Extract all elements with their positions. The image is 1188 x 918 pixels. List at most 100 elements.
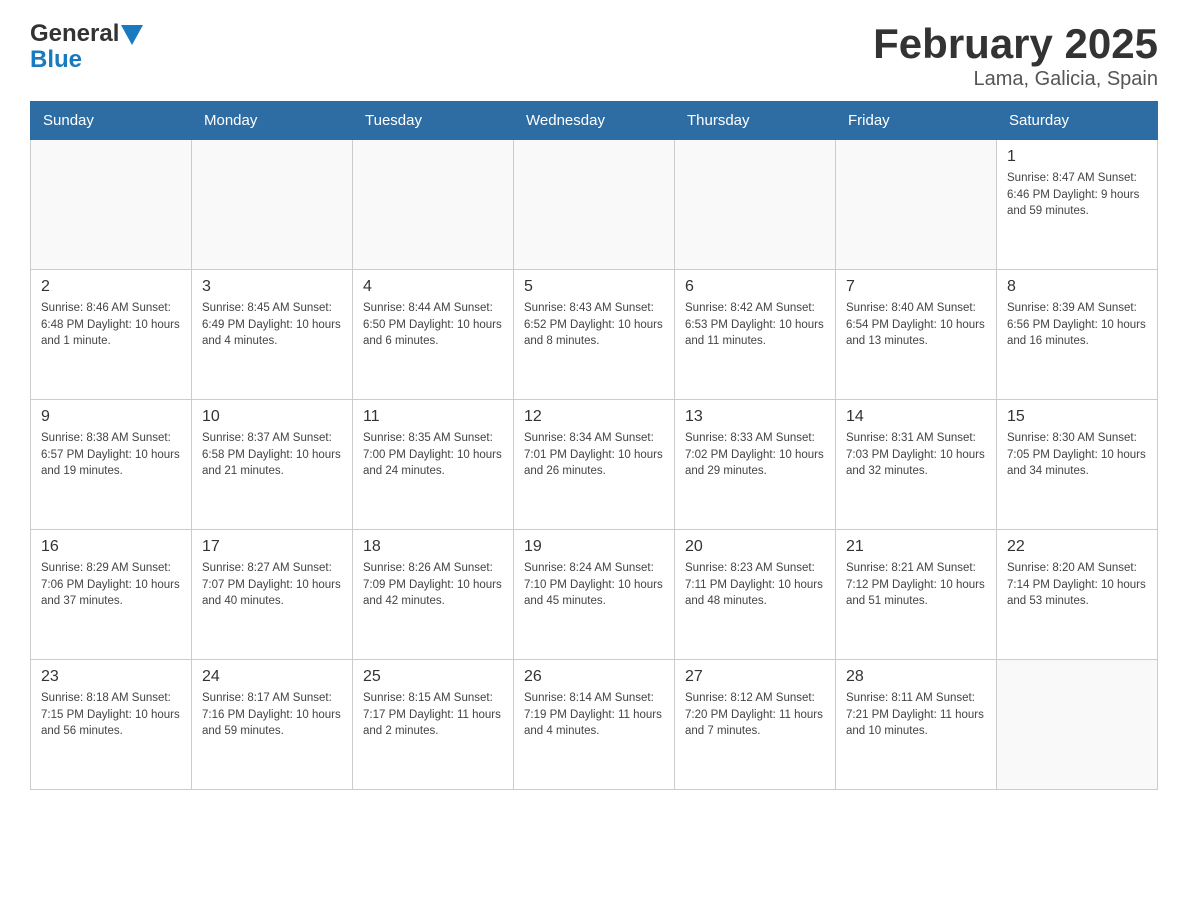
day-info: Sunrise: 8:24 AM Sunset: 7:10 PM Dayligh… [524,560,664,610]
calendar-cell: 25 Sunrise: 8:15 AM Sunset: 7:17 PM Dayli… [353,660,514,790]
calendar-cell [675,140,836,270]
day-number: 17 [202,538,342,556]
calendar-cell: 5 Sunrise: 8:43 AM Sunset: 6:52 PM Daylig… [514,270,675,400]
logo-blue-text: Blue [30,46,82,74]
day-number: 5 [524,278,664,296]
logo: General Blue [30,20,143,74]
day-info: Sunrise: 8:42 AM Sunset: 6:53 PM Dayligh… [685,300,825,350]
day-info: Sunrise: 8:46 AM Sunset: 6:48 PM Dayligh… [41,300,181,350]
day-info: Sunrise: 8:40 AM Sunset: 6:54 PM Dayligh… [846,300,986,350]
day-number: 1 [1007,148,1147,166]
calendar-subtitle: Lama, Galicia, Spain [873,68,1158,91]
day-number: 16 [41,538,181,556]
calendar-cell: 20 Sunrise: 8:23 AM Sunset: 7:11 PM Dayli… [675,530,836,660]
day-info: Sunrise: 8:38 AM Sunset: 6:57 PM Dayligh… [41,430,181,480]
day-info: Sunrise: 8:27 AM Sunset: 7:07 PM Dayligh… [202,560,342,610]
calendar-cell: 17 Sunrise: 8:27 AM Sunset: 7:07 PM Dayli… [192,530,353,660]
calendar-cell: 24 Sunrise: 8:17 AM Sunset: 7:16 PM Dayli… [192,660,353,790]
day-number: 4 [363,278,503,296]
calendar-title: February 2025 [873,20,1158,68]
header-day-saturday: Saturday [997,102,1158,140]
day-number: 7 [846,278,986,296]
day-number: 8 [1007,278,1147,296]
calendar-cell: 15 Sunrise: 8:30 AM Sunset: 7:05 PM Dayli… [997,400,1158,530]
day-info: Sunrise: 8:43 AM Sunset: 6:52 PM Dayligh… [524,300,664,350]
calendar-cell [353,140,514,270]
calendar-cell: 6 Sunrise: 8:42 AM Sunset: 6:53 PM Daylig… [675,270,836,400]
day-info: Sunrise: 8:39 AM Sunset: 6:56 PM Dayligh… [1007,300,1147,350]
day-info: Sunrise: 8:31 AM Sunset: 7:03 PM Dayligh… [846,430,986,480]
day-number: 13 [685,408,825,426]
calendar-cell [514,140,675,270]
day-number: 3 [202,278,342,296]
day-info: Sunrise: 8:44 AM Sunset: 6:50 PM Dayligh… [363,300,503,350]
calendar-cell: 10 Sunrise: 8:37 AM Sunset: 6:58 PM Dayli… [192,400,353,530]
day-number: 22 [1007,538,1147,556]
day-info: Sunrise: 8:30 AM Sunset: 7:05 PM Dayligh… [1007,430,1147,480]
day-number: 18 [363,538,503,556]
day-info: Sunrise: 8:20 AM Sunset: 7:14 PM Dayligh… [1007,560,1147,610]
day-number: 2 [41,278,181,296]
day-info: Sunrise: 8:11 AM Sunset: 7:21 PM Dayligh… [846,690,986,740]
day-info: Sunrise: 8:15 AM Sunset: 7:17 PM Dayligh… [363,690,503,740]
day-info: Sunrise: 8:14 AM Sunset: 7:19 PM Dayligh… [524,690,664,740]
day-number: 25 [363,668,503,686]
day-number: 27 [685,668,825,686]
day-number: 6 [685,278,825,296]
day-info: Sunrise: 8:33 AM Sunset: 7:02 PM Dayligh… [685,430,825,480]
day-info: Sunrise: 8:17 AM Sunset: 7:16 PM Dayligh… [202,690,342,740]
day-number: 28 [846,668,986,686]
page-header: General Blue February 2025 Lama, Galicia… [30,20,1158,91]
calendar-cell: 11 Sunrise: 8:35 AM Sunset: 7:00 PM Dayli… [353,400,514,530]
logo-general-text: General [30,20,119,48]
calendar-cell: 3Sunrise: 8:45 AM Sunset: 6:49 PM Daylig… [192,270,353,400]
day-number: 24 [202,668,342,686]
day-info: Sunrise: 8:18 AM Sunset: 7:15 PM Dayligh… [41,690,181,740]
day-info: Sunrise: 8:26 AM Sunset: 7:09 PM Dayligh… [363,560,503,610]
calendar-cell: 27Sunrise: 8:12 AM Sunset: 7:20 PM Dayli… [675,660,836,790]
calendar-cell: 28 Sunrise: 8:11 AM Sunset: 7:21 PM Dayli… [836,660,997,790]
day-info: Sunrise: 8:35 AM Sunset: 7:00 PM Dayligh… [363,430,503,480]
day-number: 10 [202,408,342,426]
calendar-cell: 1 Sunrise: 8:47 AM Sunset: 6:46 PM Daylig… [997,140,1158,270]
day-number: 20 [685,538,825,556]
day-number: 11 [363,408,503,426]
day-number: 12 [524,408,664,426]
day-number: 21 [846,538,986,556]
calendar-cell: 14 Sunrise: 8:31 AM Sunset: 7:03 PM Dayli… [836,400,997,530]
calendar-cell [31,140,192,270]
day-info: Sunrise: 8:29 AM Sunset: 7:06 PM Dayligh… [41,560,181,610]
header-day-thursday: Thursday [675,102,836,140]
header-day-monday: Monday [192,102,353,140]
logo-triangle-icon [121,25,143,45]
day-number: 26 [524,668,664,686]
calendar-cell: 18 Sunrise: 8:26 AM Sunset: 7:09 PM Dayli… [353,530,514,660]
calendar-cell: 9 Sunrise: 8:38 AM Sunset: 6:57 PM Daylig… [31,400,192,530]
header-row: SundayMondayTuesdayWednesdayThursdayFrid… [31,102,1158,140]
header-day-sunday: Sunday [31,102,192,140]
calendar-body: 1 Sunrise: 8:47 AM Sunset: 6:46 PM Daylig… [31,140,1158,790]
calendar-cell: 4 Sunrise: 8:44 AM Sunset: 6:50 PM Daylig… [353,270,514,400]
day-info: Sunrise: 8:47 AM Sunset: 6:46 PM Dayligh… [1007,170,1147,220]
calendar-cell: 7 Sunrise: 8:40 AM Sunset: 6:54 PM Daylig… [836,270,997,400]
week-row-4: 16 Sunrise: 8:29 AM Sunset: 7:06 PM Dayli… [31,530,1158,660]
day-number: 23 [41,668,181,686]
day-number: 9 [41,408,181,426]
calendar-cell: 22 Sunrise: 8:20 AM Sunset: 7:14 PM Dayli… [997,530,1158,660]
calendar-table: SundayMondayTuesdayWednesdayThursdayFrid… [30,101,1158,790]
day-number: 15 [1007,408,1147,426]
calendar-cell: 13 Sunrise: 8:33 AM Sunset: 7:02 PM Dayli… [675,400,836,530]
day-info: Sunrise: 8:23 AM Sunset: 7:11 PM Dayligh… [685,560,825,610]
header-day-friday: Friday [836,102,997,140]
week-row-3: 9 Sunrise: 8:38 AM Sunset: 6:57 PM Daylig… [31,400,1158,530]
week-row-5: 23 Sunrise: 8:18 AM Sunset: 7:15 PM Dayli… [31,660,1158,790]
calendar-cell: 2 Sunrise: 8:46 AM Sunset: 6:48 PM Daylig… [31,270,192,400]
day-number: 14 [846,408,986,426]
calendar-cell: 19Sunrise: 8:24 AM Sunset: 7:10 PM Dayli… [514,530,675,660]
calendar-cell: 21Sunrise: 8:21 AM Sunset: 7:12 PM Dayli… [836,530,997,660]
calendar-cell [192,140,353,270]
day-info: Sunrise: 8:37 AM Sunset: 6:58 PM Dayligh… [202,430,342,480]
week-row-1: 1 Sunrise: 8:47 AM Sunset: 6:46 PM Daylig… [31,140,1158,270]
calendar-cell [836,140,997,270]
calendar-cell: 26 Sunrise: 8:14 AM Sunset: 7:19 PM Dayli… [514,660,675,790]
